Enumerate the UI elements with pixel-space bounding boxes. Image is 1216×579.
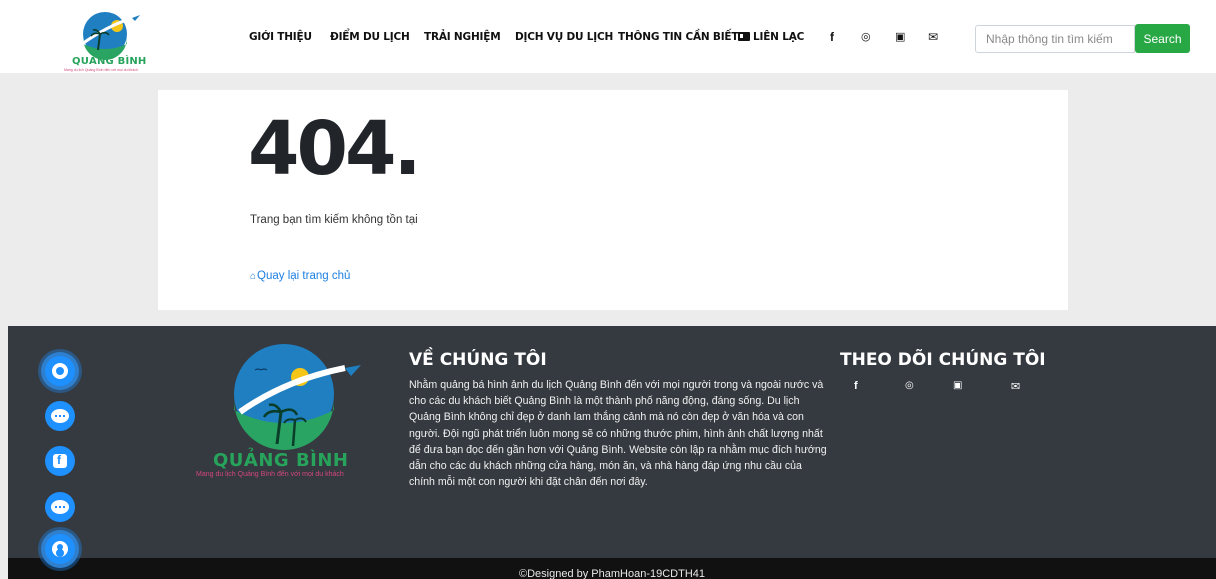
envelope-icon[interactable]: ✉: [1011, 380, 1020, 393]
footer-logo-tagline: Mang du lịch Quảng Bình đến với mọi du k…: [196, 471, 344, 478]
error-code: 404.: [248, 106, 422, 192]
chat-icon: [51, 500, 69, 514]
nav-diem-du-lich[interactable]: ĐIỂM DU LỊCH: [330, 31, 410, 43]
facebook-messenger-icon: [53, 453, 67, 468]
instagram-icon[interactable]: ◎: [861, 30, 871, 43]
site-footer: QUẢNG BÌNH Mang du lịch Quảng Bình đến v…: [8, 326, 1216, 558]
copyright-text: ©Designed by PhamHoan-19CDTH41: [518, 568, 706, 579]
facebook-messenger-button[interactable]: [45, 446, 75, 476]
wechat-button[interactable]: [45, 401, 75, 431]
home-link[interactable]: ⌂Quay lại trang chủ: [250, 270, 350, 282]
about-title: VỀ CHÚNG TÔI: [409, 350, 547, 370]
nav-thong-tin-can-biet[interactable]: THÔNG TIN CẦN BIẾT: [618, 31, 739, 43]
home-icon: ⌂: [250, 271, 257, 282]
nav-gioi-thieu[interactable]: GIỚI THIỆU: [249, 31, 312, 43]
nav-dich-vu-du-lich[interactable]: DỊCH VỤ DU LỊCH: [515, 31, 613, 43]
nav-trai-nghiem[interactable]: TRẢI NGHIỆM: [424, 31, 501, 43]
error-card: 404. Trang bạn tìm kiếm không tồn tại ⌂Q…: [158, 90, 1068, 310]
whatsapp-button[interactable]: [45, 356, 75, 386]
home-link-label: Quay lại trang chủ: [257, 270, 351, 282]
user-icon: [52, 541, 68, 557]
search-button[interactable]: Search: [1135, 24, 1190, 53]
youtube-icon[interactable]: ▣: [895, 30, 905, 43]
logo-text: QUẢNG BÌNH: [72, 56, 147, 67]
search-input[interactable]: [975, 25, 1135, 53]
error-message: Trang bạn tìm kiếm không tồn tại: [250, 214, 418, 226]
id-card-icon: [738, 32, 750, 41]
about-text: Nhằm quảng bá hình ảnh du lịch Quảng Bìn…: [409, 379, 827, 489]
wechat-icon: [51, 409, 69, 423]
instagram-icon[interactable]: ◎: [905, 380, 914, 391]
footer-logo-text: QUẢNG BÌNH: [213, 450, 349, 471]
facebook-icon[interactable]: f: [854, 380, 858, 392]
copyright-bar: ©Designed by PhamHoan-19CDTH41: [8, 558, 1216, 579]
nav-lien-lac[interactable]: LIÊN LẠC: [738, 31, 804, 43]
logo-tagline: Mang du lịch Quảng Bình đến với mọi du k…: [64, 68, 138, 72]
site-header: QUẢNG BÌNH Mang du lịch Quảng Bình đến v…: [0, 0, 1216, 73]
envelope-icon[interactable]: ✉: [928, 30, 938, 44]
user-button[interactable]: [45, 534, 75, 564]
follow-title: THEO DÕI CHÚNG TÔI: [840, 350, 1046, 370]
whatsapp-icon: [52, 363, 68, 379]
nav-lien-lac-label: LIÊN LẠC: [753, 31, 805, 43]
youtube-icon[interactable]: ▣: [953, 380, 962, 391]
chat-button[interactable]: [45, 492, 75, 522]
facebook-icon[interactable]: f: [830, 30, 834, 44]
site-logo[interactable]: QUẢNG BÌNH Mang du lịch Quảng Bình đến v…: [62, 10, 158, 72]
